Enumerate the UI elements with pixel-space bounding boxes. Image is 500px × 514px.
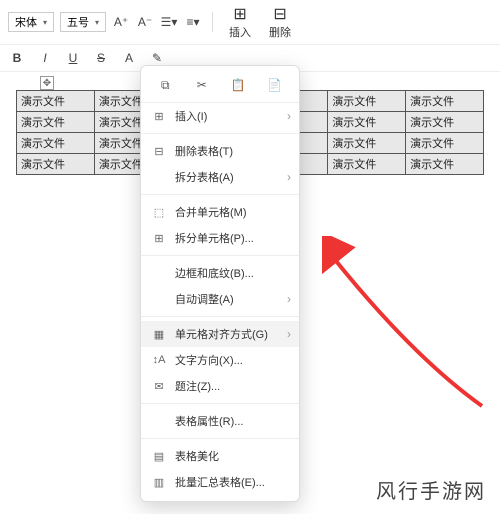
cell[interactable]: 演示文件 [328,112,406,133]
menu-label: 单元格对齐方式(G) [175,326,268,342]
decrease-font-button[interactable]: A⁻ [136,13,154,31]
cell[interactable]: 演示文件 [17,91,95,112]
cell[interactable]: 演示文件 [17,133,95,154]
menu-quick-actions: ⧉ ✂ 📋 📄 [141,72,299,103]
divider [212,12,213,32]
menu-label: 拆分表格(A) [175,169,234,185]
menu-delete-table[interactable]: ⊟ 删除表格(T) [141,138,299,164]
paste-icon[interactable]: 📋 [229,76,247,94]
cell[interactable]: 演示文件 [17,154,95,175]
menu-label: 插入(I) [175,108,207,124]
menu-label: 题注(Z)... [175,378,220,394]
font-size-select[interactable]: 五号 ▾ [60,12,106,32]
bold-button[interactable]: B [8,49,26,67]
strike-button[interactable]: S [92,49,110,67]
batch-icon: ▥ [151,476,167,489]
menu-table-beautify[interactable]: ▤ 表格美化 [141,443,299,469]
menu-separator [141,194,299,195]
menu-table-props[interactable]: 表格属性(R)... [141,408,299,434]
insert-label: 插入 [229,24,251,40]
merge-icon: ⬚ [151,206,167,219]
toolbar-row-1: 宋体 ▾ 五号 ▾ A⁺ A⁻ ☰▾ ≡▾ ⊞ 插入 ⊟ 删除 [0,0,500,45]
font-name-select[interactable]: 宋体 ▾ [8,12,54,32]
menu-merge-cells[interactable]: ⬚ 合并单元格(M) [141,199,299,225]
beautify-icon: ▤ [151,450,167,463]
menu-autofit[interactable]: 自动调整(A) [141,286,299,312]
menu-label: 边框和底纹(B)... [175,265,254,281]
menu-label: 表格属性(R)... [175,413,243,429]
menu-label: 合并单元格(M) [175,204,247,220]
split-icon: ⊞ [151,232,167,245]
menu-label: 表格美化 [175,448,219,464]
menu-label: 批量汇总表格(E)... [175,474,265,490]
underline-button[interactable]: U [64,49,82,67]
menu-separator [141,316,299,317]
chevron-down-icon: ▾ [43,18,47,27]
increase-font-button[interactable]: A⁺ [112,13,130,31]
menu-label: 删除表格(T) [175,143,233,159]
line-spacing-button[interactable]: ☰▾ [160,13,178,31]
menu-borders-shading[interactable]: 边框和底纹(B)... [141,260,299,286]
cell[interactable]: 演示文件 [17,112,95,133]
cut-icon[interactable]: ✂ [193,76,211,94]
watermark-text: 风行手游网 [376,475,486,504]
align-button[interactable]: ≡▾ [184,13,202,31]
grid-icon: ⊞ [151,110,167,123]
delete-icon: ⊟ [273,4,286,24]
annotation-arrow [322,236,492,416]
delete-big-button[interactable]: ⊟ 删除 [263,4,297,40]
caption-icon: ✉ [151,380,167,393]
cell[interactable]: 演示文件 [328,133,406,154]
cell[interactable]: 演示文件 [406,154,484,175]
menu-cell-alignment[interactable]: ▦ 单元格对齐方式(G) [141,321,299,347]
menu-separator [141,438,299,439]
font-size-value: 五号 [67,14,89,30]
paste-special-icon[interactable]: 📄 [266,76,284,94]
insert-big-button[interactable]: ⊞ 插入 [223,4,257,40]
menu-separator [141,133,299,134]
text-direction-icon: ↕A [151,354,167,366]
insert-icon: ⊞ [233,4,246,24]
context-menu: ⧉ ✂ 📋 📄 ⊞ 插入(I) ⊟ 删除表格(T) 拆分表格(A) ⬚ 合并单元… [140,65,300,502]
menu-batch-summary[interactable]: ▥ 批量汇总表格(E)... [141,469,299,495]
italic-button[interactable]: I [36,49,54,67]
menu-label: 自动调整(A) [175,291,234,307]
menu-split-cells[interactable]: ⊞ 拆分单元格(P)... [141,225,299,251]
font-color-button[interactable]: A [120,49,138,67]
copy-icon[interactable]: ⧉ [156,76,174,94]
chevron-down-icon: ▾ [95,18,99,27]
cell[interactable]: 演示文件 [328,154,406,175]
menu-insert[interactable]: ⊞ 插入(I) [141,103,299,129]
cell[interactable]: 演示文件 [406,133,484,154]
cell[interactable]: 演示文件 [328,91,406,112]
font-name-value: 宋体 [15,14,37,30]
align-icon: ▦ [151,328,167,341]
delete-label: 删除 [269,24,291,40]
delete-table-icon: ⊟ [151,145,167,158]
table-move-handle[interactable]: ✥ [40,76,54,90]
menu-text-direction[interactable]: ↕A 文字方向(X)... [141,347,299,373]
cell[interactable]: 演示文件 [406,112,484,133]
menu-separator [141,255,299,256]
menu-caption[interactable]: ✉ 题注(Z)... [141,373,299,399]
menu-label: 文字方向(X)... [175,352,243,368]
menu-split-table[interactable]: 拆分表格(A) [141,164,299,190]
cell[interactable]: 演示文件 [406,91,484,112]
menu-label: 拆分单元格(P)... [175,230,254,246]
menu-separator [141,403,299,404]
